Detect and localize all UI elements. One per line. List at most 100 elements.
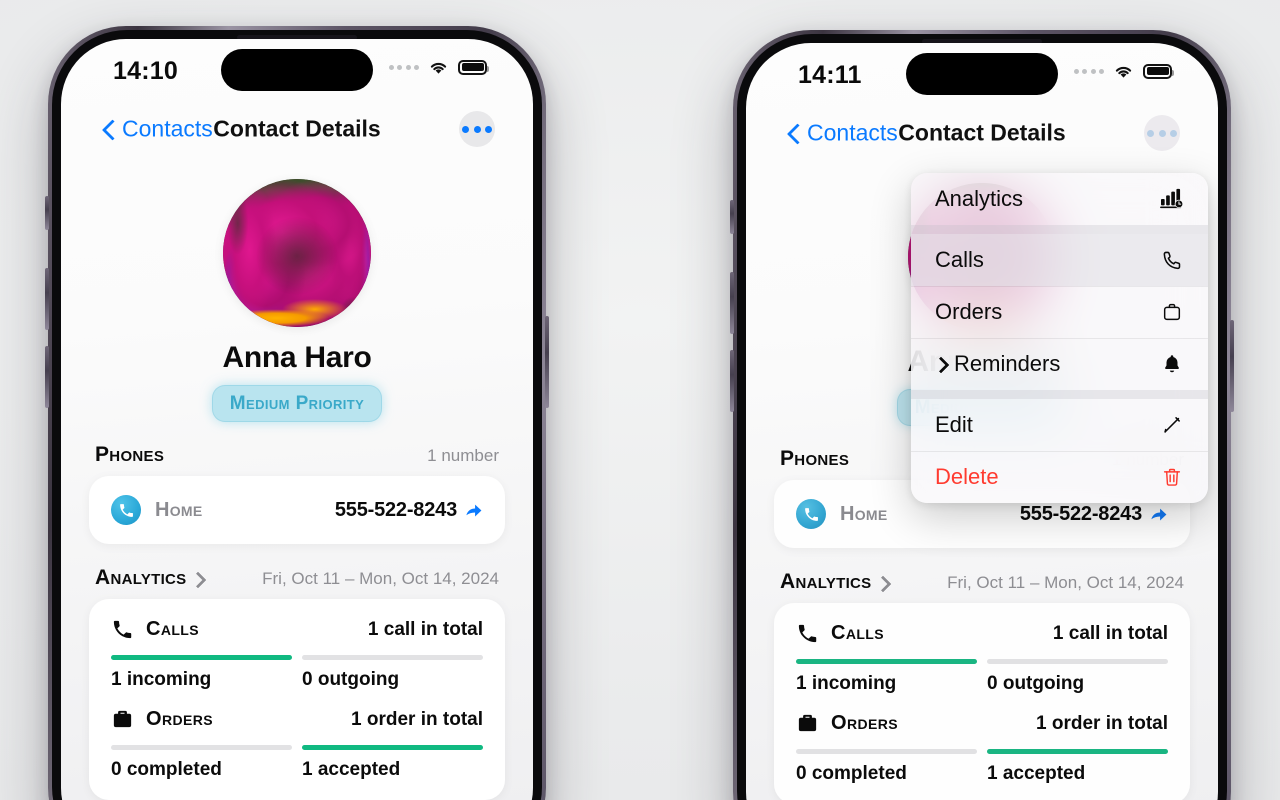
phone-handset-icon — [798, 624, 817, 643]
menu-item-orders[interactable]: Orders — [911, 286, 1208, 338]
back-to-contacts-button[interactable]: Contacts — [788, 120, 898, 147]
status-clock: 14:10 — [113, 57, 178, 85]
menu-separator — [911, 390, 1208, 399]
bar-label: 1 accepted — [302, 759, 401, 780]
menu-item-analytics[interactable]: Analytics — [911, 173, 1208, 225]
analytics-title-text: Analytics — [95, 566, 187, 589]
bar-fill — [796, 749, 977, 754]
power-button[interactable] — [545, 316, 549, 408]
analytics-date-range: Fri, Oct 11 – Mon, Oct 14, 2024 — [947, 573, 1184, 592]
metric-bars: 1 incoming 0 outgoing — [111, 655, 483, 691]
phone-label: Home — [840, 502, 888, 525]
metric-orders: Orders 1 order in total 0 completed 1 ac… — [111, 708, 483, 781]
context-menu[interactable]: Analytics Calls Orders Reminders Edit De… — [911, 173, 1208, 503]
menu-item-edit[interactable]: Edit — [911, 399, 1208, 451]
bar-fill — [111, 655, 292, 660]
right-status-bar: 14:11 — [746, 43, 1218, 105]
menu-item-reminders[interactable]: Reminders — [911, 338, 1208, 390]
metric-name: Calls — [831, 622, 884, 644]
phone-circle-icon — [111, 495, 141, 525]
bell-icon — [1158, 353, 1186, 375]
metric-calls: Calls 1 call in total 1 incoming 0 outgo… — [796, 622, 1168, 695]
metric-total: 1 order in total — [351, 708, 483, 730]
phone-number[interactable]: 555-522-8243 — [1020, 503, 1168, 526]
status-indicators — [1073, 63, 1174, 79]
bar-fill — [302, 745, 483, 750]
menu-item-label: Calls — [935, 247, 984, 272]
back-to-contacts-button[interactable]: Contacts — [103, 116, 213, 143]
cellular-dots-icon — [388, 64, 419, 70]
avatar[interactable] — [223, 179, 371, 327]
cellular-dots-icon — [1073, 68, 1104, 74]
left-phone-screen: 14:10 Contacts Contact Details Anna Haro… — [61, 39, 533, 800]
left-phone-device: 14:10 Contacts Contact Details Anna Haro… — [45, 26, 549, 800]
metric-header: Orders 1 order in total — [111, 708, 483, 731]
bar-fill — [987, 749, 1168, 754]
phone-number-text: 555-522-8243 — [334, 498, 457, 521]
chart-bar-clock-icon — [1158, 188, 1186, 210]
bar-column: 1 incoming — [796, 659, 977, 695]
menu-item-label: Orders — [935, 299, 1003, 324]
metric-header: Calls 1 call in total — [111, 618, 483, 641]
metric-calls: Calls 1 call in total 1 incoming 0 outgo… — [111, 618, 483, 691]
analytics-section-header[interactable]: Analytics Fri, Oct 11 – Mon, Oct 14, 202… — [780, 570, 1184, 594]
phone-number[interactable]: 555-522-8243 — [335, 499, 483, 522]
bar-fill — [796, 659, 977, 664]
metric-header: Orders 1 order in total — [796, 712, 1168, 735]
metric-total: 1 order in total — [1036, 712, 1168, 734]
bar-column: 0 outgoing — [302, 655, 483, 691]
trash-icon — [1158, 466, 1186, 488]
menu-item-label: Reminders — [954, 351, 1061, 376]
metric-bars: 0 completed 1 accepted — [111, 745, 483, 781]
phone-handset-icon — [113, 620, 132, 639]
analytics-section-header[interactable]: Analytics Fri, Oct 11 – Mon, Oct 14, 202… — [95, 566, 499, 590]
analytics-date-range: Fri, Oct 11 – Mon, Oct 14, 2024 — [262, 569, 499, 588]
share-arrow-icon — [466, 504, 482, 516]
bar-column: 0 completed — [111, 745, 292, 781]
back-label: Contacts — [807, 119, 898, 146]
silent-switch[interactable] — [45, 196, 49, 230]
bar-label: 1 incoming — [111, 669, 212, 690]
power-button[interactable] — [1230, 320, 1234, 412]
analytics-card: Calls 1 call in total 1 incoming 0 outgo… — [89, 599, 505, 800]
menu-item-delete[interactable]: Delete — [911, 451, 1208, 503]
bar-label: 1 incoming — [796, 673, 897, 694]
bar-label: 0 completed — [111, 759, 222, 780]
volume-up-button[interactable] — [45, 268, 49, 330]
volume-up-button[interactable] — [730, 272, 734, 334]
silent-switch[interactable] — [730, 200, 734, 234]
metric-total: 1 call in total — [367, 618, 483, 640]
briefcase-icon — [113, 710, 132, 728]
phones-section-header: Phones 1 number — [95, 443, 499, 467]
metric-header: Calls 1 call in total — [796, 622, 1168, 645]
volume-down-button[interactable] — [730, 350, 734, 412]
ellipsis-icon[interactable] — [1144, 115, 1180, 151]
chevron-right-icon — [877, 575, 886, 590]
phone-row[interactable]: Home 555-522-8243 — [796, 499, 1168, 529]
phone-row[interactable]: Home 555-522-8243 — [111, 495, 483, 525]
volume-down-button[interactable] — [45, 346, 49, 408]
ellipsis-icon[interactable] — [459, 111, 495, 147]
phones-count: 1 number — [427, 446, 499, 465]
metric-name: Orders — [146, 708, 213, 730]
menu-item-label: Analytics — [935, 186, 1024, 211]
bar-column: 0 completed — [796, 749, 977, 785]
analytics-card: Calls 1 call in total 1 incoming 0 outgo… — [774, 603, 1190, 800]
metric-orders: Orders 1 order in total 0 completed 1 ac… — [796, 712, 1168, 785]
dynamic-island — [906, 53, 1058, 95]
chevron-left-icon — [788, 123, 800, 143]
phone-number-text: 555-522-8243 — [1019, 502, 1142, 525]
metric-name: Orders — [831, 712, 898, 734]
bar-fill — [987, 659, 1168, 664]
page-title: Contact Details — [213, 115, 381, 142]
page-title: Contact Details — [898, 119, 1066, 146]
right-phone-device: 14:11 Contacts Contact Details Phones Ho… — [730, 30, 1234, 800]
chevron-left-icon — [103, 119, 115, 139]
menu-item-label: Delete — [935, 464, 999, 489]
menu-item-calls[interactable]: Calls — [911, 234, 1208, 286]
dynamic-island — [221, 49, 373, 91]
bar-column: 0 outgoing — [987, 659, 1168, 695]
contact-name: Anna Haro — [222, 341, 372, 374]
bar-column: 1 incoming — [111, 655, 292, 691]
back-label: Contacts — [122, 115, 213, 142]
